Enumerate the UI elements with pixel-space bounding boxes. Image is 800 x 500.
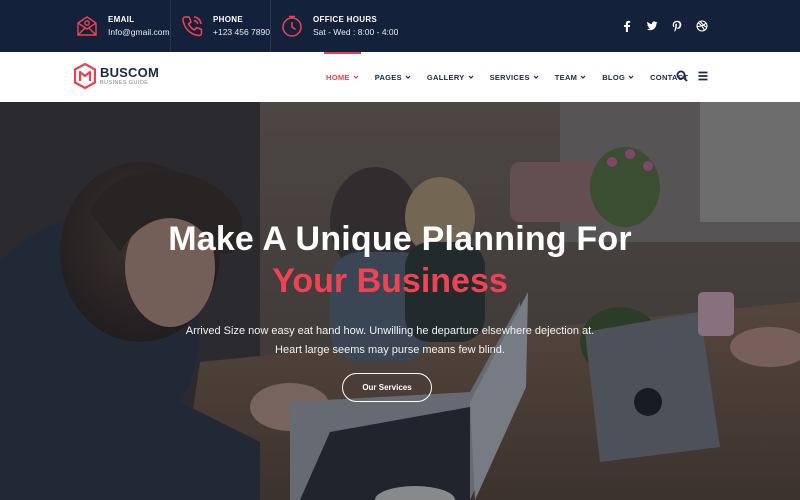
phone-value[interactable]: +123 456 7890 <box>213 27 270 38</box>
nav-item-label: SERVICES <box>489 72 530 82</box>
phone-label: PHONE <box>213 14 243 24</box>
nav-item-label: BLOG <box>602 72 626 82</box>
logo[interactable]: BUSCOM BUSINES GUIDE <box>74 63 159 89</box>
nav-menu: HOME PAGES GALLERY SERVICES TEAM BLOG CO… <box>324 52 704 102</box>
hero-banner: Make A Unique Planning For Your Business… <box>0 102 800 500</box>
nav-item-services[interactable]: SERVICES <box>490 52 539 102</box>
nav-item-label: PAGES <box>374 72 402 82</box>
our-services-button[interactable]: Our Services <box>342 373 432 402</box>
pinterest-icon[interactable] <box>671 20 683 32</box>
chevron-down-icon <box>353 74 359 80</box>
brand-name: BUSCOM <box>100 64 159 80</box>
brand-tagline: BUSINES GUIDE <box>100 79 149 86</box>
divider <box>270 0 271 52</box>
chevron-down-icon <box>405 74 411 80</box>
hero-overlay <box>0 102 800 500</box>
nav-item-blog[interactable]: BLOG <box>602 52 634 102</box>
nav-tools <box>676 70 718 82</box>
email-label: EMAIL <box>108 14 135 24</box>
contact-email[interactable]: EMAIL Info@gmail.com <box>74 0 170 52</box>
hero-description: Arrived Size now easy eat hand how. Unwi… <box>185 325 595 356</box>
chevron-down-icon <box>533 74 539 80</box>
nav-item-label: TEAM <box>554 72 578 82</box>
hero-title: Make A Unique Planning For <box>168 220 632 258</box>
nav-item-home[interactable]: HOME <box>324 52 361 102</box>
phone-icon <box>179 13 205 39</box>
chevron-down-icon <box>628 74 634 80</box>
hours-label: OFFICE HOURS <box>313 14 378 24</box>
nav-item-gallery[interactable]: GALLERY <box>427 52 474 102</box>
logo-mark-icon <box>74 63 96 89</box>
contact-phone[interactable]: PHONE +123 456 7890 <box>179 0 270 52</box>
dribbble-icon[interactable] <box>696 20 708 32</box>
nav-item-team[interactable]: TEAM <box>555 52 586 102</box>
nav-item-label: HOME <box>326 72 350 82</box>
email-value[interactable]: Info@gmail.com <box>108 27 170 38</box>
nav-item-label: GALLERY <box>426 72 465 82</box>
top-info-bar: EMAIL Info@gmail.com PHONE +123 456 7890 <box>0 0 800 52</box>
hero-accent-title: Your Business <box>272 262 508 300</box>
social-links <box>608 0 708 52</box>
menu-icon[interactable] <box>697 70 709 82</box>
search-icon[interactable] <box>676 70 688 82</box>
nav-item-pages[interactable]: PAGES <box>375 52 411 102</box>
main-navbar: BUSCOM BUSINES GUIDE HOME PAGES GALLERY … <box>0 52 800 102</box>
chevron-down-icon <box>468 74 474 80</box>
chevron-down-icon <box>580 74 586 80</box>
hours-value: Sat - Wed : 8:00 - 4:00 <box>313 26 399 37</box>
twitter-icon[interactable] <box>646 20 658 32</box>
divider <box>170 0 171 52</box>
clock-icon <box>279 13 305 39</box>
facebook-icon[interactable] <box>621 20 633 32</box>
mail-icon <box>74 13 100 39</box>
contact-hours: OFFICE HOURS Sat - Wed : 8:00 - 4:00 <box>279 0 398 52</box>
